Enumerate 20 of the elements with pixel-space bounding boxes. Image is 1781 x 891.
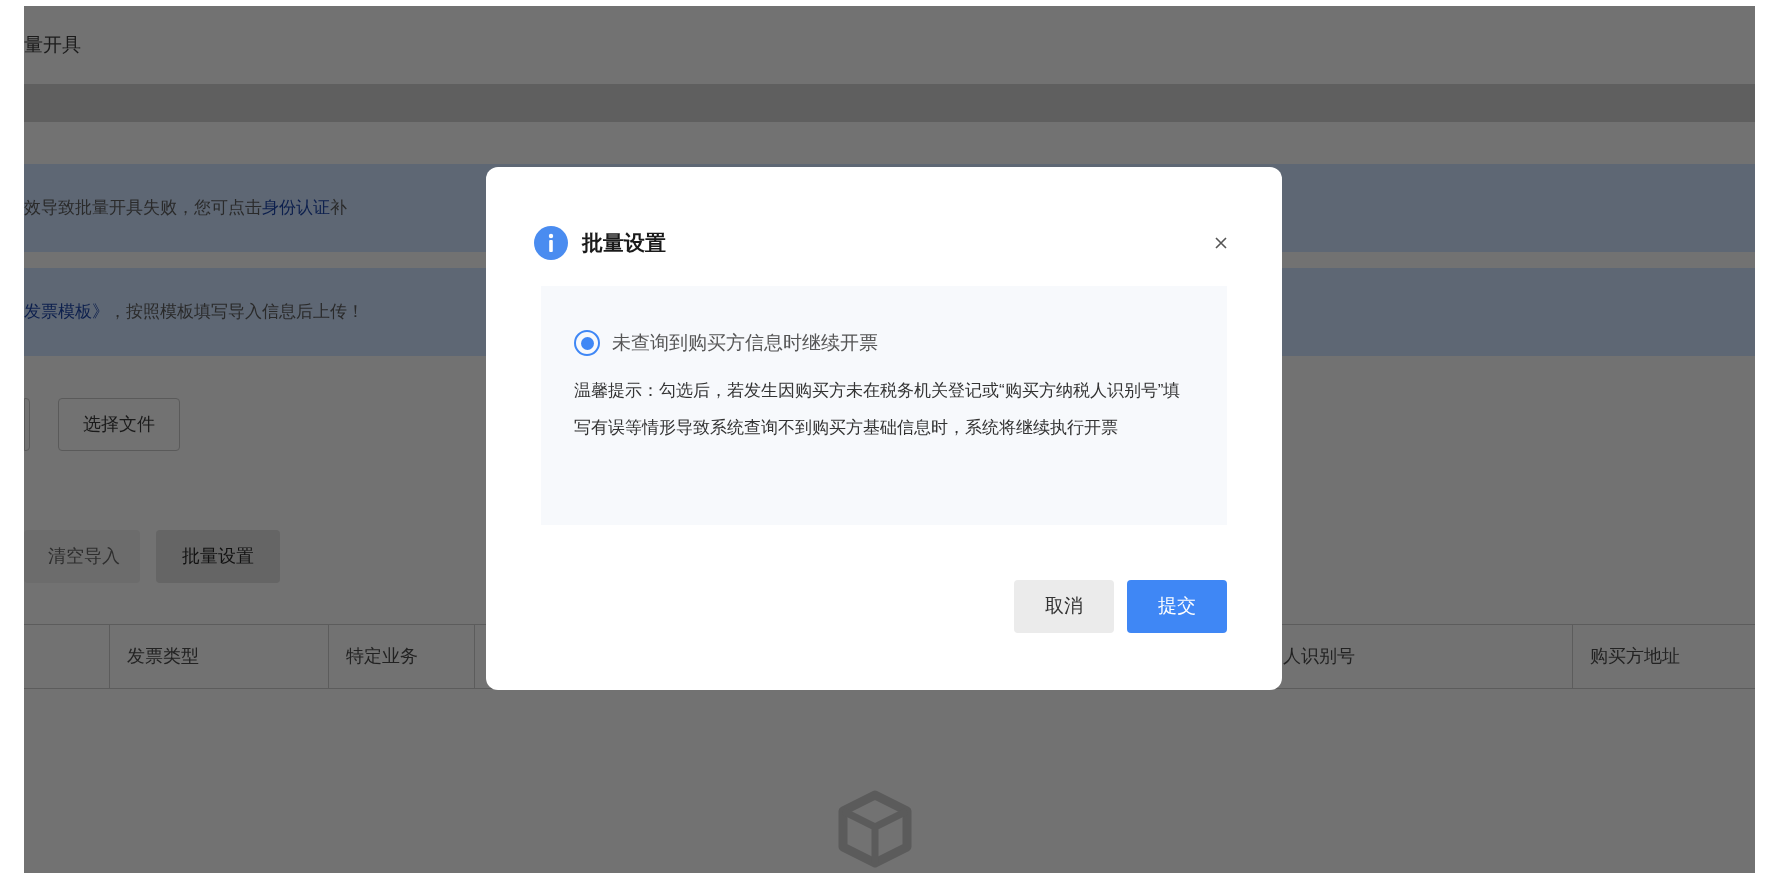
dialog-title: 批量设置 [582, 230, 666, 257]
choose-file-button[interactable]: 选择文件 [58, 398, 180, 451]
option-label: 未查询到购买方信息时继续开票 [612, 331, 878, 355]
hint-text: 温馨提示：勾选后，若发生因购买方未在税务机关登记或“购买方纳税人识别号”填写有误等情形导致系统查询不到购买方基础信息时，系统将继续执行开票 [574, 379, 1182, 439]
page-title: 量开具 [24, 32, 81, 57]
column-header: 特定业务 [346, 645, 418, 668]
close-icon [1215, 237, 1227, 249]
column-header: 购买方地址 [1590, 645, 1680, 668]
radio-button[interactable] [574, 330, 600, 357]
alert-link[interactable]: 身份认证 [262, 198, 330, 218]
column-header: 发票类型 [127, 645, 199, 668]
dialog-button[interactable]: 取消 [1014, 580, 1114, 633]
alert-text: 效导致批量开具失败，您可点击身份认证补 [24, 197, 347, 220]
dialog-button[interactable]: 提交 [1127, 580, 1227, 633]
info-icon [534, 226, 568, 260]
action-button[interactable]: 批量设置 [156, 530, 280, 583]
alert-link[interactable]: 发票模板》 [24, 302, 109, 322]
file-name-field[interactable] [24, 398, 30, 451]
alert-text: 发票模板》，按照模板填写导入信息后上传！ [24, 301, 364, 324]
column-header: 人识别号 [1283, 645, 1355, 668]
